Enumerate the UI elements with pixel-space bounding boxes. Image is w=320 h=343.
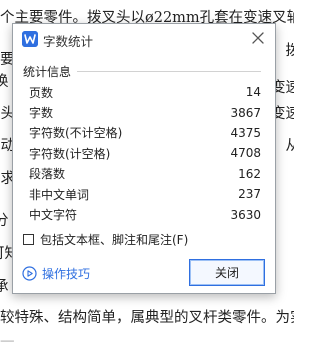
stat-value: 4375 bbox=[230, 125, 261, 140]
doc-line-cut: 一 bbox=[0, 335, 15, 343]
dialog-titlebar[interactable]: 字数统计 bbox=[13, 24, 275, 54]
wps-writer-icon bbox=[22, 31, 38, 47]
stat-label: 中文字符 bbox=[29, 208, 78, 223]
stat-label: 字数 bbox=[29, 106, 54, 121]
doc-line-fragment: 分 bbox=[0, 213, 9, 229]
stat-label: 字符数(不计空格) bbox=[29, 126, 123, 141]
stat-row-non-chinese-words: 非中文单词 237 bbox=[29, 184, 261, 204]
stat-row-chinese-chars: 中文字符 3630 bbox=[29, 204, 261, 224]
stat-row-chars-with-spaces: 字符数(计空格) 4708 bbox=[29, 143, 261, 163]
stat-value: 14 bbox=[245, 85, 261, 100]
doc-line-fragment: 承 bbox=[0, 279, 9, 295]
section-divider bbox=[77, 71, 261, 72]
tips-link[interactable]: 操作技巧 bbox=[22, 265, 90, 282]
include-textboxes-footnotes-checkbox[interactable]: 包括文本框、脚注和尾注(F) bbox=[23, 231, 188, 248]
play-circle-icon bbox=[22, 266, 37, 281]
stat-label: 字符数(计空格) bbox=[29, 146, 111, 161]
section-title: 统计信息 bbox=[23, 65, 72, 79]
stat-row-paragraphs: 段落数 162 bbox=[29, 164, 261, 184]
stat-label: 段落数 bbox=[29, 167, 66, 182]
doc-line-fragment: 换 bbox=[0, 74, 9, 90]
stat-row-words: 字数 3867 bbox=[29, 102, 261, 122]
tips-label[interactable]: 操作技巧 bbox=[42, 265, 90, 282]
stat-value: 237 bbox=[238, 187, 261, 202]
word-count-dialog: 字数统计 统计信息 页数 14 字数 3867 字符数(不计空格) 4375 字… bbox=[12, 23, 276, 294]
stat-label: 非中文单词 bbox=[29, 187, 90, 202]
stat-value: 4708 bbox=[230, 146, 261, 161]
checkbox-box[interactable] bbox=[23, 234, 34, 245]
stats-list: 页数 14 字数 3867 字符数(不计空格) 4375 字符数(计空格) 47… bbox=[29, 82, 261, 225]
stat-row-pages: 页数 14 bbox=[29, 82, 261, 102]
stat-row-chars-no-spaces: 字符数(不计空格) 4375 bbox=[29, 123, 261, 143]
stat-label: 页数 bbox=[29, 85, 54, 100]
stat-value: 162 bbox=[238, 166, 261, 181]
doc-line-fragment: 从 bbox=[285, 138, 295, 154]
doc-line-fragment: 拨 bbox=[285, 43, 295, 59]
checkbox-label[interactable]: 包括文本框、脚注和尾注(F) bbox=[40, 231, 188, 248]
close-button[interactable]: 关闭 bbox=[189, 259, 265, 286]
close-icon[interactable] bbox=[249, 29, 267, 47]
stat-value: 3867 bbox=[230, 105, 261, 120]
dialog-title: 字数统计 bbox=[43, 34, 94, 49]
stat-value: 3630 bbox=[230, 207, 261, 222]
doc-line: 较特殊、结构简单，属典型的叉杆类零件。为实现拨 bbox=[0, 310, 294, 326]
